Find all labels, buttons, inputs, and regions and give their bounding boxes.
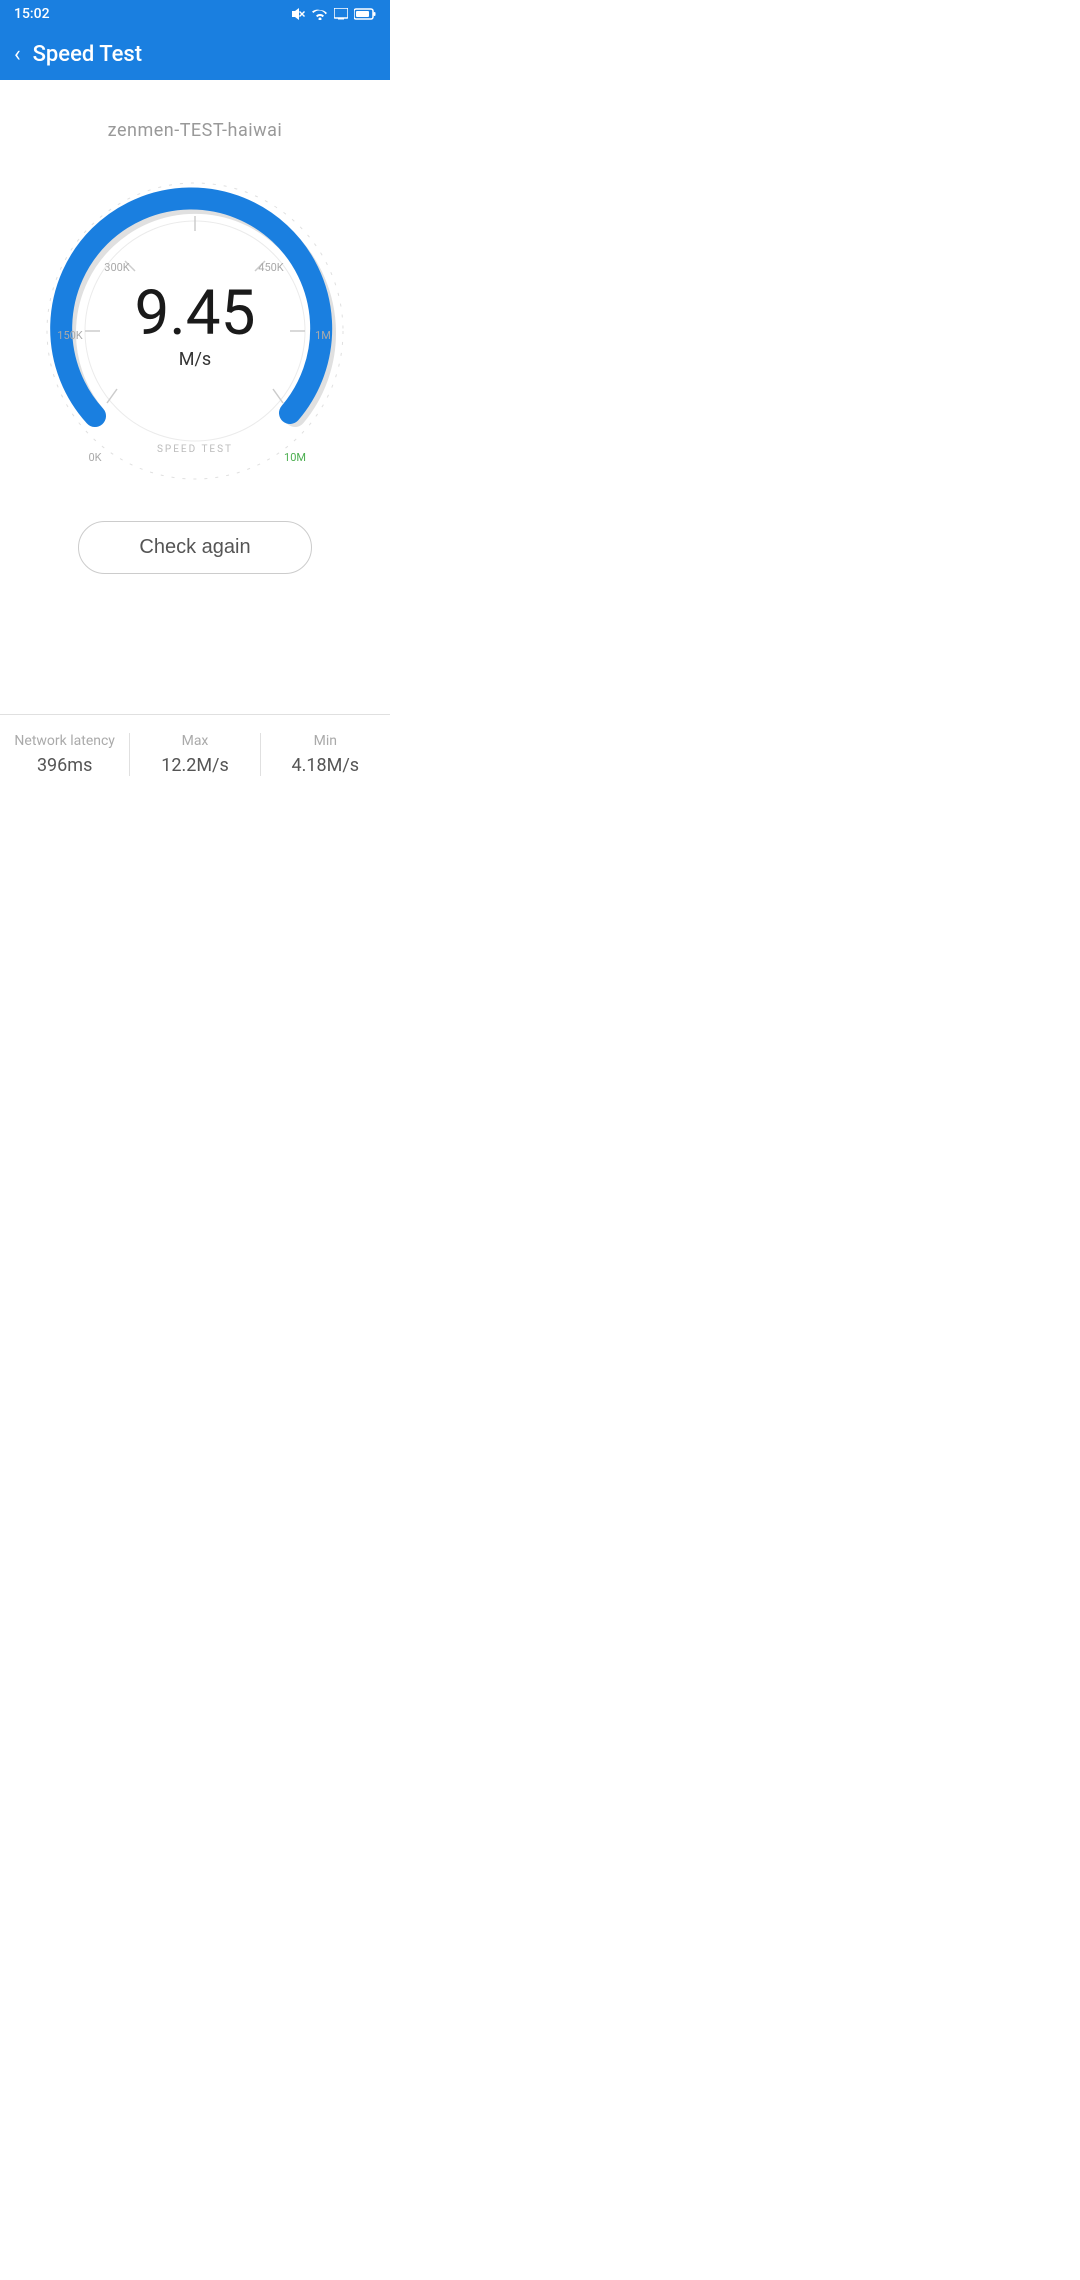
svg-text:1M: 1M [315, 329, 331, 342]
max-label: Max [182, 733, 209, 749]
mute-icon [290, 7, 306, 21]
svg-text:450K: 450K [258, 261, 284, 274]
speed-unit: M/s [135, 349, 256, 370]
footer-stats: Network latency 396ms Max 12.2M/s Min 4.… [0, 714, 390, 796]
speedometer: 0K 150K 300K 450K 1M 10M 9.45 M/s SPEED … [35, 171, 355, 491]
speed-value: 9.45 [135, 283, 256, 345]
speed-display: 9.45 M/s [135, 283, 256, 370]
svg-text:10M: 10M [284, 451, 306, 464]
back-button[interactable]: ‹ [14, 42, 21, 67]
app-title: Speed Test [33, 42, 142, 67]
svg-text:300K: 300K [104, 261, 130, 274]
network-name: zenmen-TEST-haiwai [108, 120, 283, 141]
svg-text:0K: 0K [88, 451, 101, 464]
speed-test-label: SPEED TEST [157, 444, 233, 455]
latency-stat: Network latency 396ms [0, 733, 130, 776]
app-bar: ‹ Speed Test [0, 28, 390, 80]
latency-value: 396ms [37, 755, 92, 776]
svg-text:150K: 150K [57, 329, 83, 342]
wifi-icon [312, 8, 328, 20]
latency-label: Network latency [14, 733, 115, 749]
min-stat: Min 4.18M/s [261, 733, 390, 776]
check-again-button[interactable]: Check again [78, 521, 311, 574]
status-time: 15:02 [14, 6, 50, 22]
max-stat: Max 12.2M/s [130, 733, 260, 776]
status-bar: 15:02 [0, 0, 390, 28]
min-value: 4.18M/s [292, 755, 360, 776]
battery-icon [354, 8, 376, 20]
status-icons [290, 7, 376, 21]
screen-icon [334, 8, 348, 20]
main-content: zenmen-TEST-haiwai [0, 80, 390, 816]
min-label: Min [314, 733, 337, 749]
max-value: 12.2M/s [161, 755, 229, 776]
